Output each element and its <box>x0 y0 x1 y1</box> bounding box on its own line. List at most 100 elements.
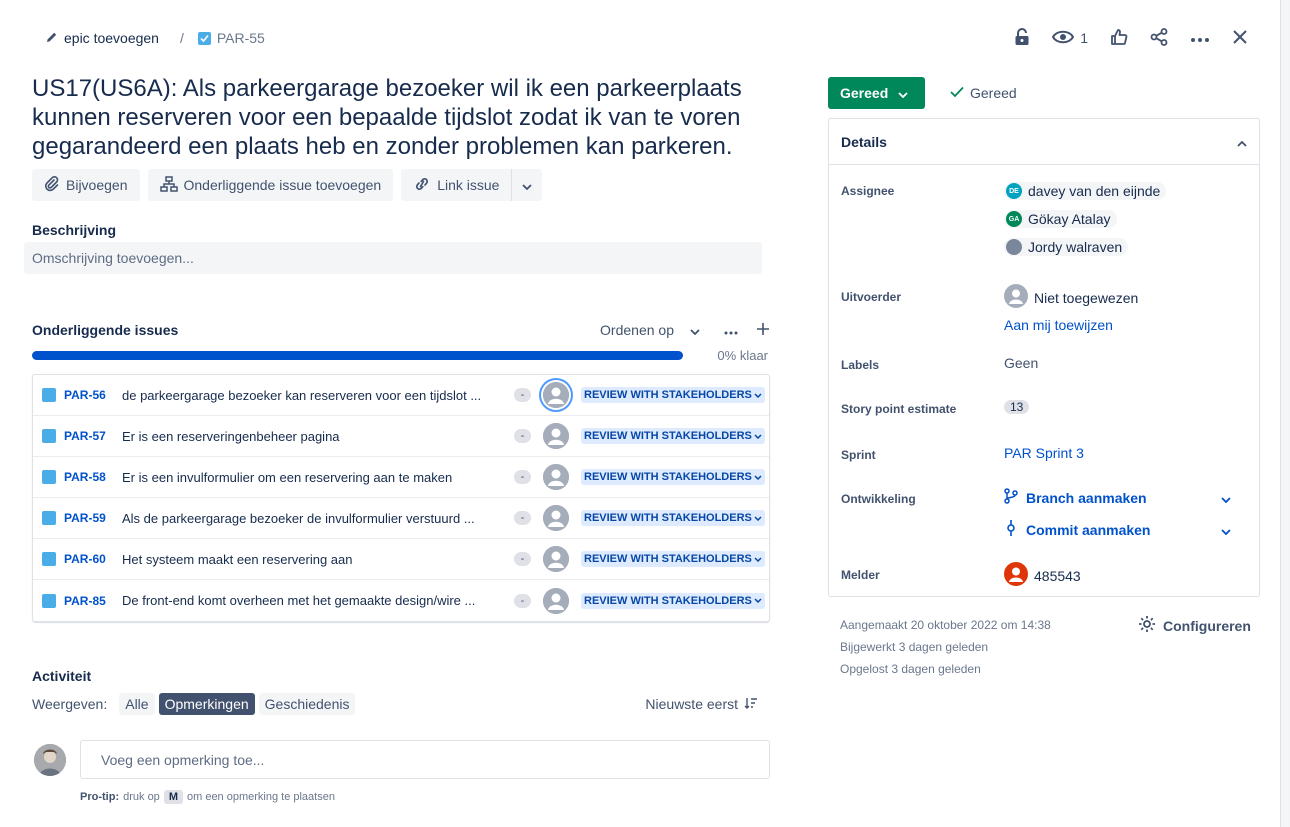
user-avatar <box>1006 239 1022 255</box>
child-issue-summary[interactable]: Als de parkeergarage bezoeker de invulfo… <box>122 511 510 526</box>
issue-action-buttons: Bijvoegen Onderliggende issue toevoegen … <box>32 169 543 201</box>
child-issue-key[interactable]: PAR-59 <box>64 511 122 525</box>
configure-button[interactable]: Configureren <box>1138 615 1251 636</box>
create-branch-label: Branch aanmaken <box>1026 489 1147 506</box>
link-issue-label: Link issue <box>437 177 500 193</box>
more-actions-button[interactable] <box>1190 30 1210 46</box>
child-issue-summary[interactable]: Er is een reserveringenbeheer pagina <box>122 429 510 444</box>
assignee-avatar-button[interactable] <box>543 382 569 408</box>
chevron-down-icon <box>754 556 762 562</box>
sort-icon <box>744 696 758 712</box>
lock-icon <box>1014 27 1030 49</box>
story-icon <box>42 593 56 608</box>
vote-button[interactable] <box>1110 28 1128 49</box>
details-panel: Details Assignee DE davey van den eijnde… <box>828 118 1260 597</box>
resolved-date: Opgelost 3 dagen geleden <box>840 662 981 676</box>
child-issue-row[interactable]: PAR-85 De front-end komt overheen met het… <box>33 580 769 621</box>
assignee-avatar-button[interactable] <box>543 587 569 614</box>
commit-icon <box>1004 520 1018 539</box>
background-page-edge <box>1280 0 1290 827</box>
status-lozenge[interactable]: REVIEW WITH STAKEHOLDERS <box>581 510 765 526</box>
priority-badge: - <box>514 593 531 608</box>
story-icon <box>42 470 56 484</box>
child-issue-key[interactable]: PAR-57 <box>64 429 122 443</box>
status-lozenge[interactable]: REVIEW WITH STAKEHOLDERS <box>581 428 765 444</box>
priority-badge: - <box>514 511 531 525</box>
executor-value[interactable]: Niet toegewezen <box>1004 284 1138 311</box>
child-issue-row[interactable]: PAR-59 Als de parkeergarage bezoeker de i… <box>33 498 769 539</box>
child-issue-row[interactable]: PAR-58 Er is een invulformulier om een re… <box>33 457 769 498</box>
create-commit-button[interactable]: Commit aanmaken <box>1004 520 1231 539</box>
issue-title[interactable]: US17(US6A): Als parkeergarage bezoeker w… <box>32 74 772 161</box>
sprint-link[interactable]: PAR Sprint 3 <box>1004 445 1084 461</box>
child-issue-key[interactable]: PAR-58 <box>64 470 122 484</box>
reporter-value[interactable]: 485543 <box>1004 562 1081 589</box>
child-issue-key[interactable]: PAR-85 <box>64 594 122 608</box>
configure-label: Configureren <box>1163 617 1251 634</box>
pro-tip-text-before: druk op <box>123 791 160 803</box>
create-branch-button[interactable]: Branch aanmaken <box>1004 488 1231 507</box>
sort-by-dropdown[interactable]: Ordenen op <box>600 322 700 338</box>
watch-button[interactable]: 1 <box>1052 30 1088 47</box>
attach-button[interactable]: Bijvoegen <box>32 169 140 201</box>
status-lozenge[interactable]: REVIEW WITH STAKEHOLDERS <box>581 469 765 485</box>
labels-value[interactable]: Geen <box>1004 355 1038 371</box>
add-child-issue-button[interactable]: Onderliggende issue toevoegen <box>147 169 394 201</box>
issue-key-link[interactable]: PAR-55 <box>197 30 265 46</box>
child-issue-summary[interactable]: de parkeergarage bezoeker kan reserveren… <box>122 388 510 403</box>
assign-to-me-link[interactable]: Aan mij toewijzen <box>1004 317 1113 333</box>
restrict-button[interactable] <box>1014 27 1030 49</box>
assignee-3[interactable]: Jordy walraven <box>1004 238 1129 256</box>
child-issue-key[interactable]: PAR-60 <box>64 552 122 566</box>
checkmark-icon <box>950 85 964 101</box>
child-issue-row[interactable]: PAR-56 de parkeergarage bezoeker kan rese… <box>33 375 769 416</box>
child-issue-row[interactable]: PAR-60 Het systeem maakt een reservering … <box>33 539 769 580</box>
add-epic-link[interactable]: epic toevoegen <box>46 30 159 46</box>
status-lozenge[interactable]: REVIEW WITH STAKEHOLDERS <box>581 387 765 403</box>
filter-comments[interactable]: Opmerkingen <box>158 693 255 715</box>
child-issue-summary[interactable]: De front-end komt overheen met het gemaa… <box>122 593 510 608</box>
link-issue-button[interactable]: Link issue <box>401 169 512 201</box>
assignee-avatar-button[interactable] <box>543 464 569 490</box>
story-points-field[interactable]: 13 <box>1004 400 1030 414</box>
breadcrumb: epic toevoegen / PAR-55 <box>46 28 265 48</box>
child-issue-summary[interactable]: Het systeem maakt een reservering aan <box>122 552 510 567</box>
reporter-label: Melder <box>841 568 880 582</box>
status-text: REVIEW WITH STAKEHOLDERS <box>584 594 752 607</box>
person-icon <box>543 505 569 531</box>
status-lozenge[interactable]: REVIEW WITH STAKEHOLDERS <box>581 592 765 609</box>
pro-tip-text-after: om een opmerking te plaatsen <box>186 791 335 803</box>
assignee-avatar-button[interactable] <box>543 423 569 449</box>
description-field[interactable]: Omschrijving toevoegen... <box>24 242 762 274</box>
assignee-avatar-button[interactable] <box>543 546 569 572</box>
add-child-issue-plus-button[interactable] <box>756 322 770 339</box>
child-issue-summary[interactable]: Er is een invulformulier om een reserver… <box>122 470 510 485</box>
user-pill: Jordy walraven <box>1004 238 1129 256</box>
close-button[interactable] <box>1232 29 1248 48</box>
more-actions-dropdown[interactable] <box>511 169 543 201</box>
details-header[interactable]: Details <box>829 119 1259 165</box>
child-issues-list: PAR-56 de parkeergarage bezoeker kan rese… <box>32 374 770 622</box>
status-lozenge[interactable]: REVIEW WITH STAKEHOLDERS <box>581 551 765 567</box>
assignee-avatar-button[interactable] <box>543 505 569 531</box>
share-button[interactable] <box>1150 27 1168 49</box>
story-points-label: Story point estimate <box>841 402 957 416</box>
sort-newest-first-button[interactable]: Nieuwste eerst <box>645 696 758 712</box>
description-heading: Beschrijving <box>32 222 117 238</box>
child-issues-more-button[interactable] <box>724 322 738 338</box>
child-issues-heading: Onderliggende issues <box>32 322 179 338</box>
child-issue-row[interactable]: PAR-57 Er is een reserveringenbeheer pagi… <box>33 416 769 457</box>
status-dropdown-button[interactable]: Gereed <box>828 77 925 109</box>
child-issue-key[interactable]: PAR-56 <box>64 388 122 402</box>
chevron-down-icon <box>754 598 762 603</box>
ellipsis-icon <box>1190 30 1210 46</box>
filter-all[interactable]: Alle <box>119 693 155 715</box>
filter-history[interactable]: Geschiedenis <box>258 693 356 715</box>
assignee-2[interactable]: GA Gökay Atalay <box>1004 210 1117 228</box>
person-icon <box>543 382 569 408</box>
activity-heading: Activiteit <box>32 668 92 684</box>
comment-input[interactable]: Voeg een opmerking toe... <box>80 740 770 779</box>
assignee-1[interactable]: DE davey van den eijnde <box>1004 182 1167 200</box>
status-text: REVIEW WITH STAKEHOLDERS <box>584 512 752 524</box>
chevron-down-icon <box>1221 522 1231 538</box>
